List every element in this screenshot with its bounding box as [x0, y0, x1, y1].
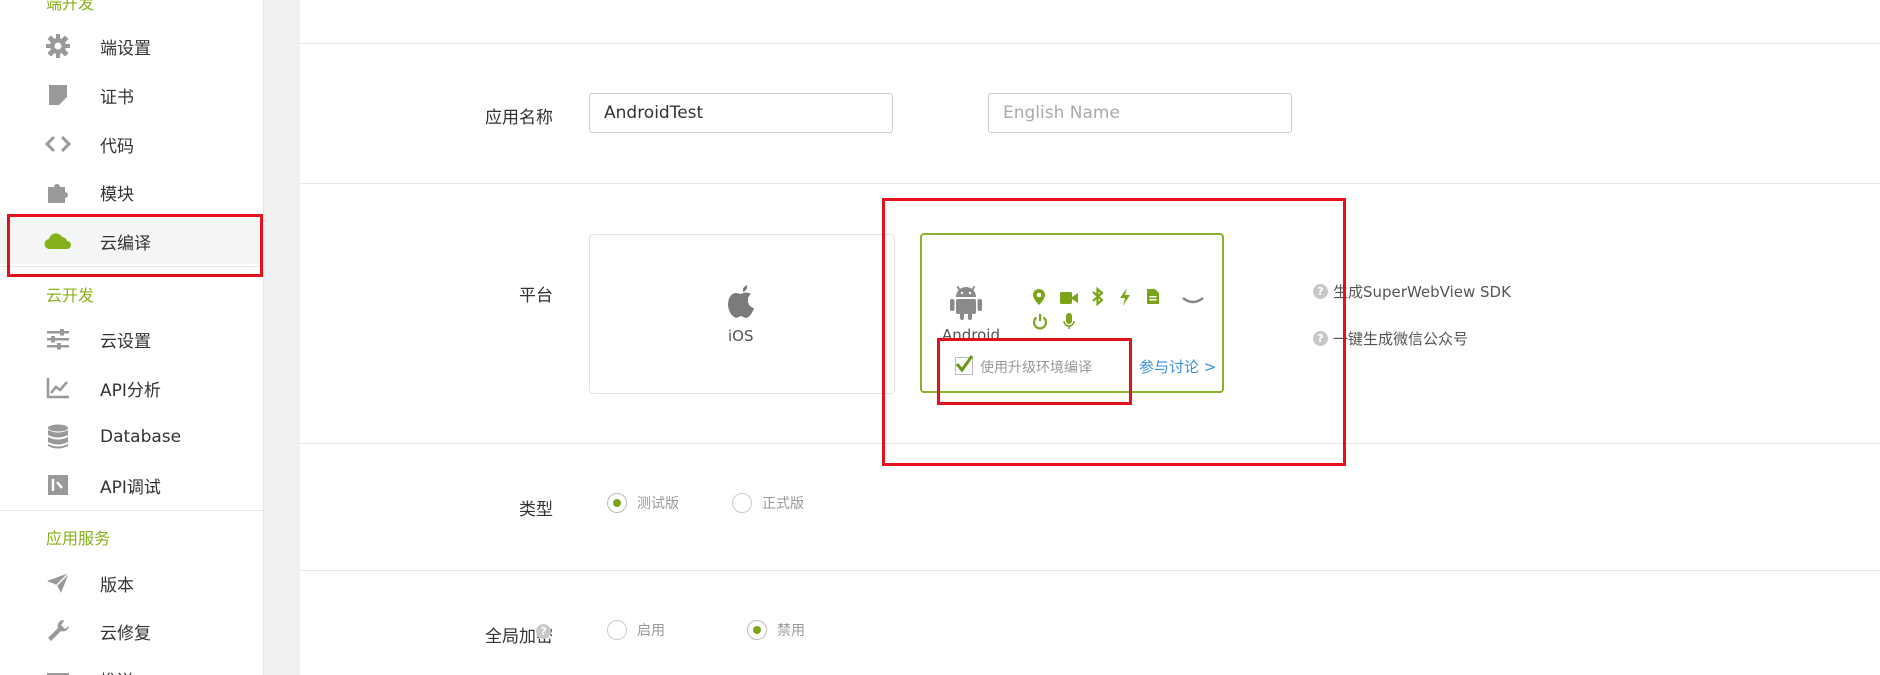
location-icon: [1032, 288, 1046, 310]
upgrade-env-checkbox[interactable]: [955, 355, 973, 375]
code-icon: [43, 129, 73, 159]
encrypt-label: 全局加密: [485, 627, 553, 647]
puzzle-icon: [43, 177, 73, 207]
flash-icon: [1119, 288, 1131, 310]
sidebar-item-cloud-settings[interactable]: 云设置: [0, 316, 263, 362]
divider: [300, 183, 1880, 184]
gutter: [264, 0, 300, 675]
sidebar-item-database[interactable]: Database: [0, 414, 263, 460]
rocket-icon: [43, 568, 73, 598]
sidebar-item-label: API分析: [100, 380, 161, 401]
discuss-link[interactable]: 参与讨论 >: [1139, 356, 1216, 377]
encrypt-on-radio[interactable]: 启用: [607, 620, 665, 640]
chart-line-icon: [43, 373, 73, 403]
sidebar-item-label: 版本: [100, 575, 134, 596]
platform-label: 平台: [519, 286, 553, 306]
sidebar: 端开发 端设置 证书 代码 模块 云编译 云开发 云设置 API分析 Datab…: [0, 0, 264, 675]
help-sdk-text: 生成SuperWebView SDK: [1333, 283, 1511, 301]
microphone-icon: [1063, 313, 1075, 334]
encrypt-off-label: 禁用: [777, 623, 805, 639]
question-icon: ?: [1313, 331, 1328, 346]
section-header-app-services: 应用服务: [46, 529, 111, 548]
question-icon[interactable]: ?: [536, 624, 551, 639]
encrypt-on-label: 启用: [637, 623, 665, 639]
sidebar-item-label: 推送: [100, 667, 134, 675]
sidebar-item-label: 端设置: [100, 38, 151, 59]
sidebar-item-api-debug[interactable]: API调试: [0, 462, 263, 508]
chevron-down-icon[interactable]: [1182, 291, 1204, 310]
app-name-input[interactable]: [589, 93, 893, 133]
type-release-label: 正式版: [762, 496, 804, 512]
sidebar-item-label: 模块: [100, 184, 134, 205]
sidebar-item-label: 云设置: [100, 331, 151, 352]
sidebar-item-api-analytics[interactable]: API分析: [0, 365, 263, 411]
sidebar-item-hotfix[interactable]: 云修复: [0, 608, 263, 654]
gear-icon: [43, 31, 73, 61]
sidebar-item-label: 证书: [100, 87, 134, 108]
section-header-client-dev: 端开发: [46, 0, 95, 13]
type-release-radio[interactable]: 正式版: [732, 493, 804, 513]
radio-dot[interactable]: [607, 493, 627, 513]
sidebar-item-push[interactable]: 推送: [0, 656, 263, 675]
android-label: Android: [942, 326, 1000, 344]
cloud-icon: [43, 226, 73, 256]
database-icon: [43, 422, 73, 452]
sidebar-item-version[interactable]: 版本: [0, 560, 263, 606]
type-test-radio[interactable]: 测试版: [607, 493, 679, 513]
upgrade-env-label: 使用升级环境编译: [980, 360, 1092, 376]
radio-dot[interactable]: [747, 620, 767, 640]
english-name-input[interactable]: [988, 93, 1292, 133]
help-wechat-row[interactable]: ? 一键生成微信公众号: [1313, 328, 1468, 349]
sidebar-item-label: 代码: [100, 136, 134, 157]
debug-icon: [43, 470, 73, 500]
ios-label: iOS: [728, 327, 754, 345]
platform-card-android[interactable]: Android 使用升级环境编译 参与讨论 >: [920, 233, 1224, 393]
apple-icon: [723, 281, 759, 325]
video-icon: [1060, 290, 1078, 309]
type-test-label: 测试版: [637, 496, 679, 512]
divider: [300, 443, 1880, 444]
radio-dot[interactable]: [732, 493, 752, 513]
push-icon: [43, 664, 73, 675]
app-name-label: 应用名称: [485, 108, 553, 128]
sidebar-item-modules[interactable]: 模块: [0, 169, 263, 215]
help-wechat-text: 一键生成微信公众号: [1333, 330, 1469, 348]
radio-dot[interactable]: [607, 620, 627, 640]
sidebar-item-label: 云修复: [100, 623, 151, 644]
divider: [0, 266, 263, 267]
file-icon: [1146, 288, 1160, 309]
encrypt-off-radio[interactable]: 禁用: [747, 620, 805, 640]
bluetooth-icon: [1092, 286, 1104, 310]
power-icon: [1032, 313, 1048, 334]
sidebar-item-label: Database: [100, 427, 182, 447]
sliders-icon: [43, 324, 73, 354]
section-header-cloud-dev: 云开发: [46, 286, 95, 305]
help-sdk-row[interactable]: ? 生成SuperWebView SDK: [1313, 281, 1511, 302]
sidebar-item-certificate[interactable]: 证书: [0, 72, 263, 118]
sidebar-item-code[interactable]: 代码: [0, 121, 263, 167]
divider: [0, 510, 263, 511]
platform-card-ios[interactable]: iOS: [589, 234, 895, 394]
sidebar-item-cloud-build[interactable]: 云编译: [0, 218, 263, 264]
type-label: 类型: [519, 500, 553, 520]
main-content: 应用名称 平台 iOS Android: [300, 0, 1880, 675]
wrench-icon: [43, 616, 73, 646]
android-icon: [949, 283, 983, 325]
divider: [300, 570, 1880, 571]
divider: [300, 43, 1880, 44]
sidebar-item-label: API调试: [100, 477, 161, 498]
certificate-icon: [43, 80, 73, 110]
question-icon: ?: [1313, 284, 1328, 299]
sidebar-item-label: 云编译: [100, 233, 151, 254]
sidebar-item-client-settings[interactable]: 端设置: [0, 23, 263, 69]
